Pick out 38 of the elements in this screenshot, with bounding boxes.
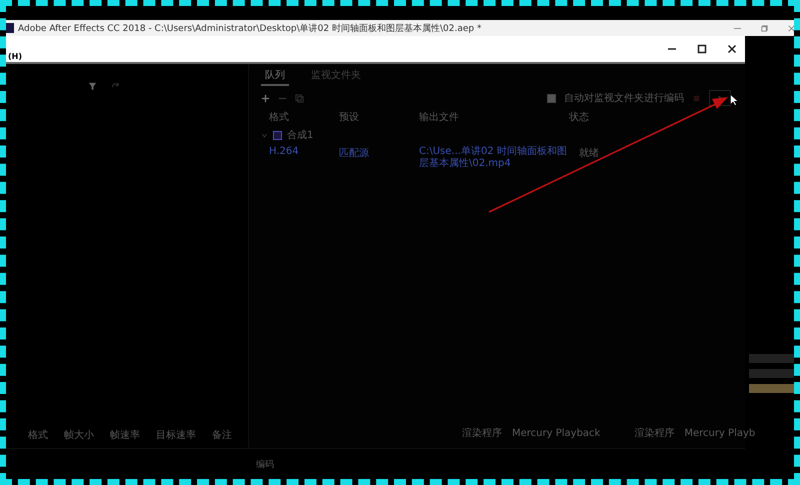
column-header: 备注 [212,428,232,442]
layer-bar [749,384,794,393]
column-header: 预设 [339,111,360,124]
composition-icon [273,130,282,140]
cursor-icon [730,94,738,106]
panel-tab[interactable]: 监视文件夹 [307,68,365,86]
group-name[interactable]: 合成1 [287,128,314,142]
column-header: 格式 [269,110,290,124]
column-header: 帧速率 [110,428,140,442]
restore-icon[interactable] [760,24,769,32]
close-icon[interactable] [727,44,737,54]
duplicate-icon[interactable] [295,94,304,102]
format-link[interactable]: H.264 [269,146,339,157]
chevron-icon[interactable] [261,132,268,138]
renderer-dropdown[interactable]: Mercury Playb [684,428,756,438]
panel-tab[interactable]: 队列 [261,68,289,86]
status-text: 就绪 [579,146,600,160]
column-header: 帧大小 [64,428,94,442]
window-title: Adobe After Effects CC 2018 - C:\Users\Administrator\Desktop\单讲02 时间轴面板和图层基本属性\02.aep * [18,22,482,34]
layer-bar [749,354,794,363]
output-file-link[interactable]: C:\Use...单讲02 时间轴面板和图层基本属性\02.mp4 [419,146,579,170]
checkbox-label: 自动对监视文件夹进行编码 [564,92,684,105]
filter-icon[interactable] [88,82,97,91]
renderer-label: 渲染程序 [462,426,502,440]
column-header: 状态 [569,110,590,124]
menu-item[interactable]: (H) [8,52,22,61]
panel-tab[interactable]: 编码 [256,458,274,470]
column-header: 输出文件 [419,110,460,124]
renderer-dropdown[interactable]: Mercury Playback [512,428,600,438]
column-header: 目标速率 [156,428,196,442]
add-icon[interactable] [261,94,270,102]
preset-link[interactable]: 匹配源 [339,146,419,160]
checkbox[interactable] [547,94,556,102]
column-header: 格式 [28,428,48,442]
layer-bar [749,369,794,378]
app-logo-icon [6,23,14,33]
maximize-icon[interactable] [697,44,707,54]
renderer-label: 渲染程序 [634,426,674,440]
